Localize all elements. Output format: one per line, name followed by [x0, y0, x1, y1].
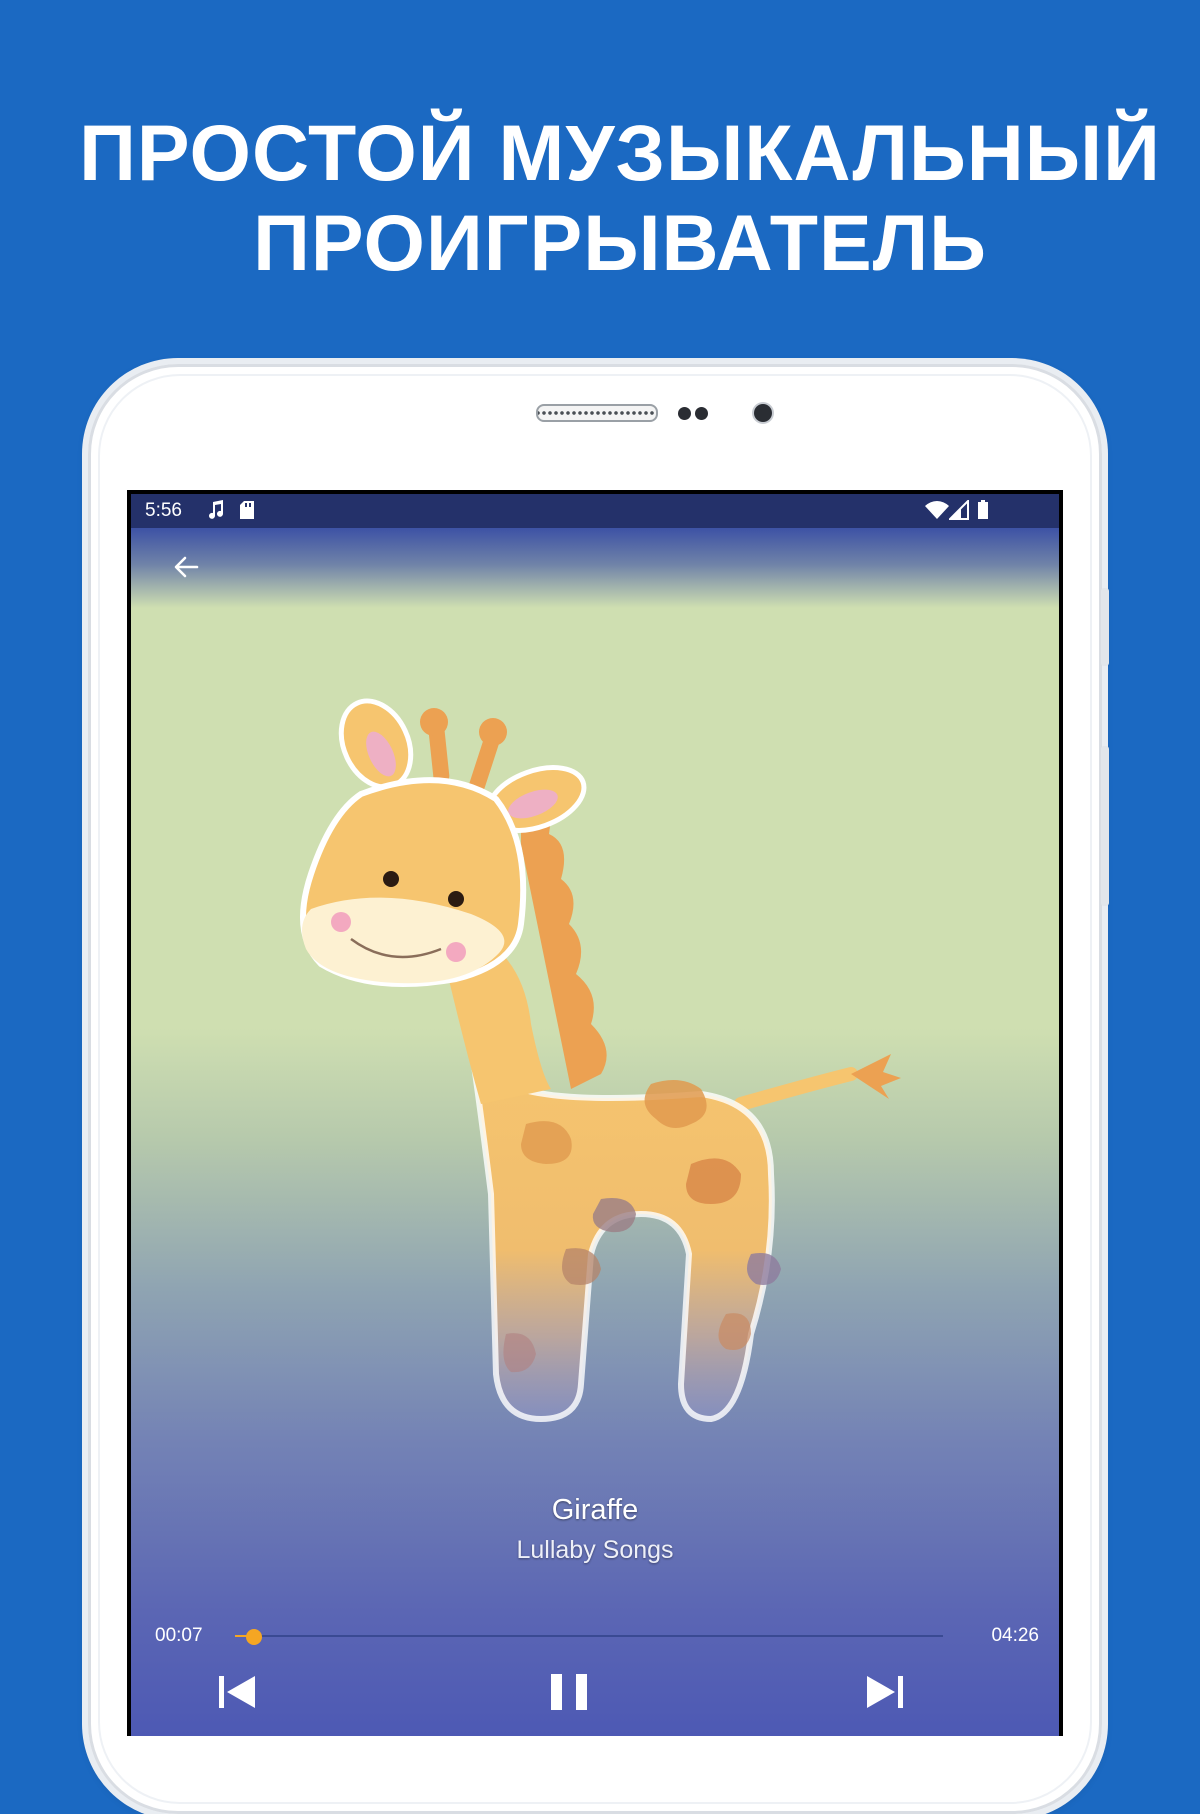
tablet-speaker	[536, 404, 658, 422]
track-title: Giraffe	[551, 1494, 639, 1526]
seek-thumb[interactable]	[246, 1629, 263, 1645]
next-button[interactable]	[855, 1662, 915, 1722]
elapsed-time: 00:07	[155, 1625, 203, 1646]
back-button[interactable]	[169, 550, 203, 584]
status-bar: 5:56	[131, 494, 1059, 528]
total-duration: 04:26	[991, 1625, 1039, 1646]
headline-line-2: ПРОИГРЫВАТЕЛЬ	[253, 198, 987, 287]
skip-previous-icon	[219, 1676, 255, 1708]
status-time: 5:56	[145, 500, 182, 521]
pause-button[interactable]	[539, 1662, 599, 1722]
album-art-giraffe	[300, 698, 901, 1423]
skip-next-icon	[867, 1676, 903, 1708]
tablet-sensor	[678, 407, 691, 420]
seek-track	[235, 1635, 943, 1637]
promo-headline: ПРОСТОЙ МУЗЫКАЛЬНЫЙ ПРОИГРЫВАТЕЛЬ	[0, 108, 1200, 288]
pause-icon	[551, 1674, 587, 1710]
tablet-screen: 5:56 Giraffe Lullaby Songs 00:07 04:26	[127, 490, 1063, 1736]
sd-card-icon	[239, 500, 255, 526]
cell-signal-icon	[947, 498, 969, 526]
seek-bar[interactable]	[235, 1629, 943, 1645]
track-artist: Lullaby Songs	[516, 1536, 674, 1564]
arrow-left-icon	[174, 556, 199, 578]
player-screen: 5:56 Giraffe Lullaby Songs 00:07 04:26	[131, 494, 1059, 1736]
battery-icon	[977, 500, 989, 526]
headline-line-1: ПРОСТОЙ МУЗЫКАЛЬНЫЙ	[79, 108, 1161, 197]
tablet-sensor	[695, 407, 708, 420]
previous-button[interactable]	[207, 1662, 267, 1722]
power-button	[1101, 746, 1109, 906]
tablet-camera	[754, 404, 772, 422]
wifi-icon	[925, 500, 949, 526]
music-note-icon	[207, 500, 225, 526]
app-bar	[131, 528, 1059, 608]
volume-button	[1101, 588, 1109, 666]
